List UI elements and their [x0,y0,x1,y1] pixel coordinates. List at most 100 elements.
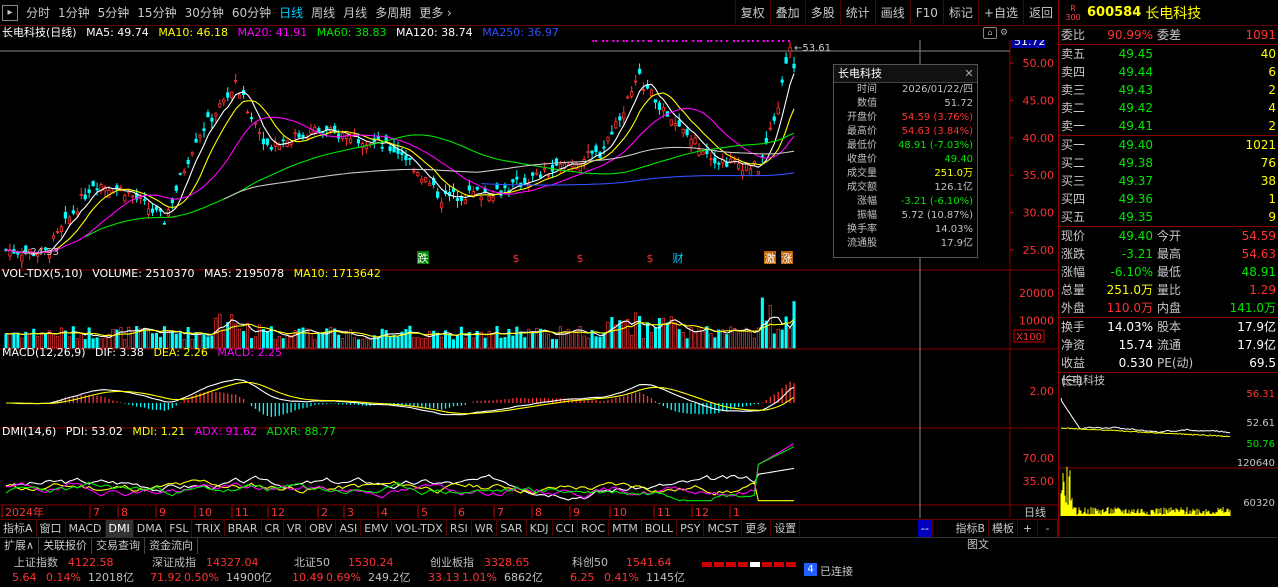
buys-price[interactable]: 49.38 [1095,154,1153,172]
indicator-tab-4[interactable]: DMA [134,520,167,537]
candle-body [657,102,662,110]
buys-price[interactable]: 49.36 [1095,190,1153,208]
indicator-tab-22[interactable]: PSY [677,520,705,537]
indicator-tab-19[interactable]: ROC [578,520,610,537]
candle-body [356,139,361,144]
toolbar-button-4[interactable]: 画线 [874,0,910,26]
indicator-tab-6[interactable]: TRIX [192,520,225,537]
indicator-tab-right-0[interactable]: 指标B [952,520,989,537]
indicator-tab-14[interactable]: RSI [447,520,472,537]
indicator-tab-1[interactable]: 窗口 [37,520,66,537]
candle-body [539,174,543,179]
index-name[interactable]: 科创50 [572,555,608,570]
candle-body [8,249,12,257]
info-row: 最高价 54.63 (3.84%) [834,125,977,139]
period-tab-0[interactable]: 分时 [22,4,54,21]
candle-body [487,195,491,201]
indicator-tab-5[interactable]: FSL [166,520,193,537]
period-tab-7[interactable]: 周线 [307,4,339,21]
sells-price[interactable]: 49.42 [1095,99,1153,117]
index-name[interactable]: 上证指数 [14,555,58,570]
volume-bar [752,337,756,349]
indicator-tab-11[interactable]: ASI [336,520,362,537]
buys-price[interactable]: 49.35 [1095,208,1153,226]
period-tab-6[interactable]: 日线 [275,4,307,21]
lock-icon[interactable]: ⌂ [983,27,997,39]
indicator-tab-10[interactable]: OBV [306,520,337,537]
date-axis-label: 7 [93,506,100,518]
toolbar-button-7[interactable]: +自选 [977,0,1023,26]
indicator-tab-13[interactable]: VOL-TDX [392,520,447,537]
sells-price[interactable]: 49.41 [1095,117,1153,135]
sells-price[interactable]: 49.43 [1095,81,1153,99]
toolbar-button-6[interactable]: 标记 [942,0,978,26]
close-icon[interactable]: ✕ [961,65,977,82]
volume-bar [491,333,495,349]
period-tab-2[interactable]: 5分钟 [94,4,134,21]
indicator-tab-2[interactable]: MACD [66,520,106,537]
period-tab-10[interactable]: 更多 › [415,4,456,21]
indicator-tab-20[interactable]: MTM [609,520,642,537]
toolbar-button-1[interactable]: 叠加 [769,0,805,26]
period-tab-9[interactable]: 多周期 [371,4,415,21]
toolbar-button-8[interactable]: 返回 [1022,0,1058,26]
signal-dot [682,40,685,42]
intraday-mini-chart[interactable]: 56.31 52.61 50.76 120640 60320 [1059,388,1278,518]
toolbar-button-2[interactable]: 多股 [804,0,840,26]
quote-row: 总量 251.0万 量比 1.29 [1059,281,1278,299]
indicator-tab-25[interactable]: 设置 [771,520,801,537]
period-tab-3[interactable]: 15分钟 [133,4,180,21]
bottom-tab-0[interactable]: 扩展∧ [0,538,40,554]
candle-body [622,112,626,119]
indicator-tab-3[interactable]: DMI [105,520,134,537]
toolbar-button-3[interactable]: 统计 [839,0,875,26]
sells-label: 卖二 [1061,101,1086,115]
indicator-tab-24[interactable]: 更多 [742,520,772,537]
index-name[interactable]: 北证50 [294,555,330,570]
candle-body [59,226,64,233]
date-axis-label: 5 [421,506,428,518]
sells-price[interactable]: 49.44 [1095,63,1153,81]
candle-body [709,158,713,161]
index-name[interactable]: 创业板指 [430,555,474,570]
bottom-tab-1[interactable]: 关联报价 [39,538,93,554]
sells-price[interactable]: 49.45 [1095,45,1153,63]
period-tab-1[interactable]: 1分钟 [54,4,94,21]
toolbar-button-5[interactable]: F10 [909,0,943,26]
date-axis-label: 2 [321,506,328,518]
buys-price[interactable]: 49.37 [1095,172,1153,190]
toolbar-button-0[interactable]: 复权 [734,0,770,26]
indicator-tab-21[interactable]: BOLL [642,520,678,537]
indicator-tab-7[interactable]: BRAR [225,520,262,537]
scroll-handle[interactable]: -- [918,520,933,537]
stat-value: 15.74 [1118,338,1153,352]
period-tab-8[interactable]: 月线 [339,4,371,21]
candle-body [602,146,606,149]
indicator-tab-12[interactable]: EMV [361,520,393,537]
indicator-tab-17[interactable]: KDJ [527,520,553,537]
bottom-tab-3[interactable]: 资金流向 [145,538,199,554]
period-tab-4[interactable]: 30分钟 [181,4,228,21]
indicator-tab-right-1[interactable]: 模板 [989,520,1018,537]
indicator-tab-16[interactable]: SAR [497,520,527,537]
indicator-tab-9[interactable]: VR [284,520,307,537]
indicator-tab-8[interactable]: CR [262,520,284,537]
indicator-tab-15[interactable]: WR [472,520,498,537]
menu-icon[interactable]: ▸ [2,4,18,21]
graphic-text-tab[interactable]: 图文 [967,537,989,553]
vol-label: VOL-TDX(5,10) [2,267,83,280]
buys-price[interactable]: 49.40 [1095,136,1153,154]
indicator-tab-0[interactable]: 指标A [0,520,37,537]
index-name[interactable]: 深证成指 [152,555,196,570]
indicator-tab-23[interactable]: MCST [704,520,743,537]
candle-body [424,177,428,183]
period-tab-5[interactable]: 60分钟 [228,4,275,21]
candle-body [293,132,297,135]
zoom-in-icon[interactable]: + [1018,520,1038,537]
volume-bar [455,335,459,349]
indicator-tab-18[interactable]: CCI [553,520,579,537]
candle-body [475,186,479,190]
bottom-tab-2[interactable]: 交易查询 [92,538,146,554]
zoom-out-icon[interactable]: - [1038,520,1058,537]
settings-icon[interactable]: ⚙ [998,27,1010,39]
